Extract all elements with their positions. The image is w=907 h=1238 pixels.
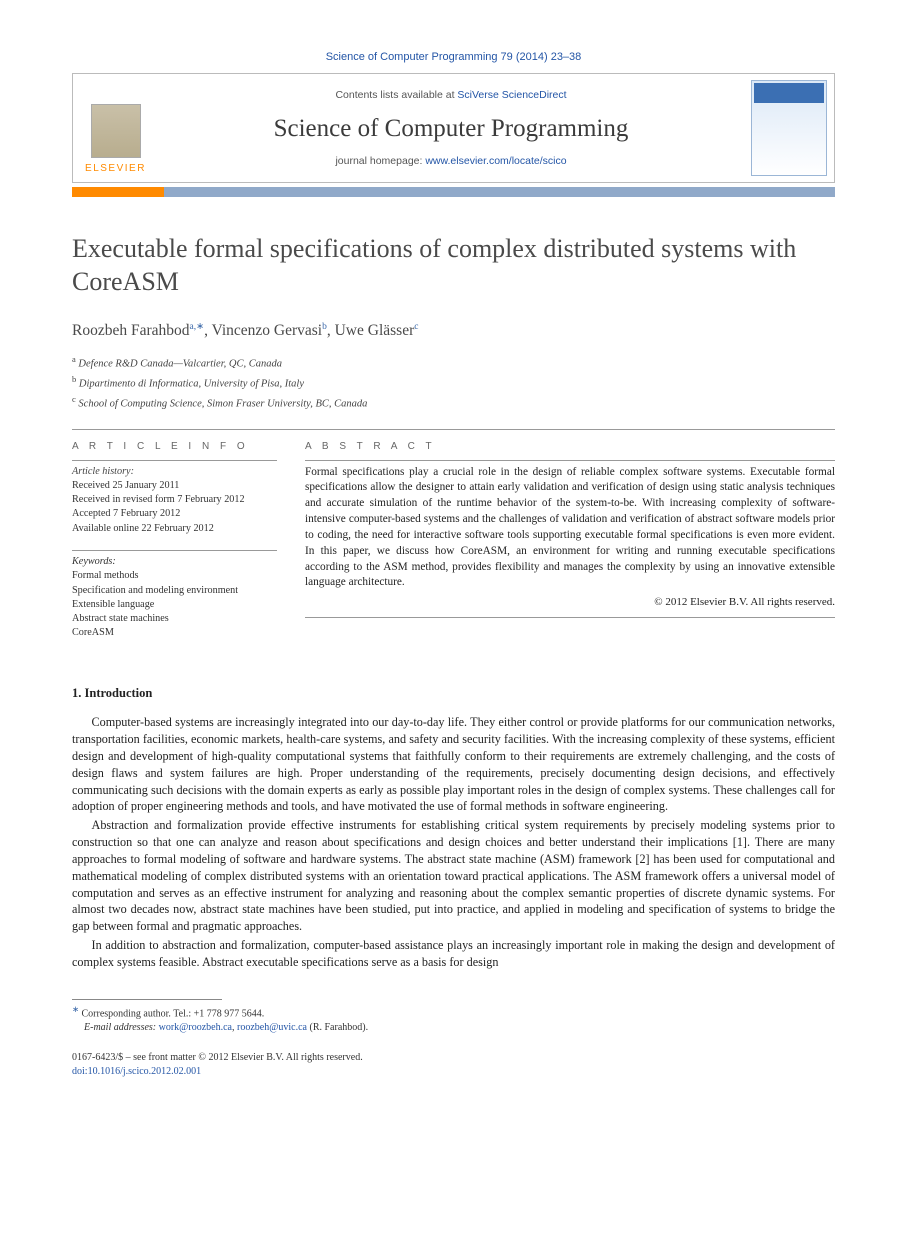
- divider: [72, 460, 277, 461]
- divider: [305, 460, 835, 461]
- online-date: Available online 22 February 2012: [72, 522, 277, 536]
- email-link-1[interactable]: work@roozbeh.ca: [159, 1022, 232, 1033]
- abstract-copyright: © 2012 Elsevier B.V. All rights reserved…: [305, 595, 835, 610]
- elsevier-tree-icon: [91, 104, 141, 158]
- keyword: Extensible language: [72, 598, 277, 612]
- section-1-heading: 1. Introduction: [72, 685, 835, 703]
- author-3: Uwe Glässer: [335, 322, 415, 339]
- received-date: Received 25 January 2011: [72, 479, 277, 493]
- keyword: Specification and modeling environment: [72, 584, 277, 598]
- intro-para-1: Computer-based systems are increasingly …: [72, 714, 835, 815]
- publisher-name: ELSEVIER: [85, 162, 146, 176]
- intro-para-2: Abstraction and formalization provide ef…: [72, 817, 835, 935]
- body-text: Computer-based systems are increasingly …: [72, 714, 835, 970]
- affiliations: a Defence R&D Canada—Valcartier, QC, Can…: [72, 354, 835, 413]
- corresponding-star-icon: ∗: [196, 322, 204, 332]
- article-info-label: A R T I C L E I N F O: [72, 440, 277, 454]
- author-1: Roozbeh Farahbod: [72, 322, 190, 339]
- journal-banner: ELSEVIER Contents lists available at Sci…: [72, 73, 835, 183]
- bottom-block: 0167-6423/$ – see front matter © 2012 El…: [72, 1051, 835, 1079]
- abstract-text: Formal specifications play a crucial rol…: [305, 465, 835, 592]
- sciencedirect-link[interactable]: SciVerse ScienceDirect: [457, 89, 566, 101]
- keyword: Abstract state machines: [72, 612, 277, 626]
- journal-title: Science of Computer Programming: [274, 111, 629, 146]
- affil-b: Dipartimento di Informatica, University …: [79, 379, 304, 390]
- footnotes: ∗ Corresponding author. Tel.: +1 778 977…: [72, 1004, 835, 1035]
- divider: [72, 550, 277, 551]
- email-link-2[interactable]: roozbeh@uvic.ca: [237, 1022, 307, 1033]
- homepage-prefix: journal homepage:: [335, 155, 425, 167]
- article-title: Executable formal specifications of comp…: [72, 233, 835, 298]
- journal-homepage: journal homepage: www.elsevier.com/locat…: [335, 154, 566, 169]
- author-2-aff: b: [322, 322, 327, 332]
- revised-date: Received in revised form 7 February 2012: [72, 493, 277, 507]
- contents-available: Contents lists available at SciVerse Sci…: [335, 88, 566, 103]
- corresponding-star-icon: ∗: [72, 1005, 79, 1014]
- affil-a: Defence R&D Canada—Valcartier, QC, Canad…: [78, 359, 282, 370]
- divider: [305, 617, 835, 618]
- divider: [72, 429, 835, 430]
- email-label: E-mail addresses:: [84, 1022, 156, 1033]
- journal-cover-icon: [751, 80, 827, 176]
- doi-link[interactable]: doi:10.1016/j.scico.2012.02.001: [72, 1066, 201, 1077]
- publisher-block: ELSEVIER: [73, 74, 158, 182]
- author-2: Vincenzo Gervasi: [212, 322, 323, 339]
- homepage-link[interactable]: www.elsevier.com/locate/scico: [425, 155, 566, 167]
- cover-thumb-wrap: [744, 74, 834, 182]
- intro-para-3: In addition to abstraction and formaliza…: [72, 937, 835, 971]
- abstract-label: A B S T R A C T: [305, 440, 835, 454]
- color-bar: [72, 187, 835, 197]
- affil-c: School of Computing Science, Simon Frase…: [78, 399, 367, 410]
- abstract-column: A B S T R A C T Formal specifications pl…: [305, 440, 835, 655]
- article-info-column: A R T I C L E I N F O Article history: R…: [72, 440, 277, 655]
- keyword: Formal methods: [72, 569, 277, 583]
- email-author-suffix: (R. Farahbod).: [307, 1022, 368, 1033]
- issn-line: 0167-6423/$ – see front matter © 2012 El…: [72, 1051, 835, 1065]
- keywords-label: Keywords:: [72, 555, 277, 569]
- footnote-rule: [72, 999, 222, 1000]
- author-3-aff: c: [414, 322, 418, 332]
- corresponding-author-note: Corresponding author. Tel.: +1 778 977 5…: [81, 1008, 264, 1019]
- contents-prefix: Contents lists available at: [335, 89, 457, 101]
- accepted-date: Accepted 7 February 2012: [72, 507, 277, 521]
- authors-line: Roozbeh Farahboda,∗, Vincenzo Gervasib, …: [72, 320, 835, 342]
- keyword: CoreASM: [72, 626, 277, 640]
- history-label: Article history:: [72, 465, 277, 479]
- header-citation: Science of Computer Programming 79 (2014…: [72, 50, 835, 65]
